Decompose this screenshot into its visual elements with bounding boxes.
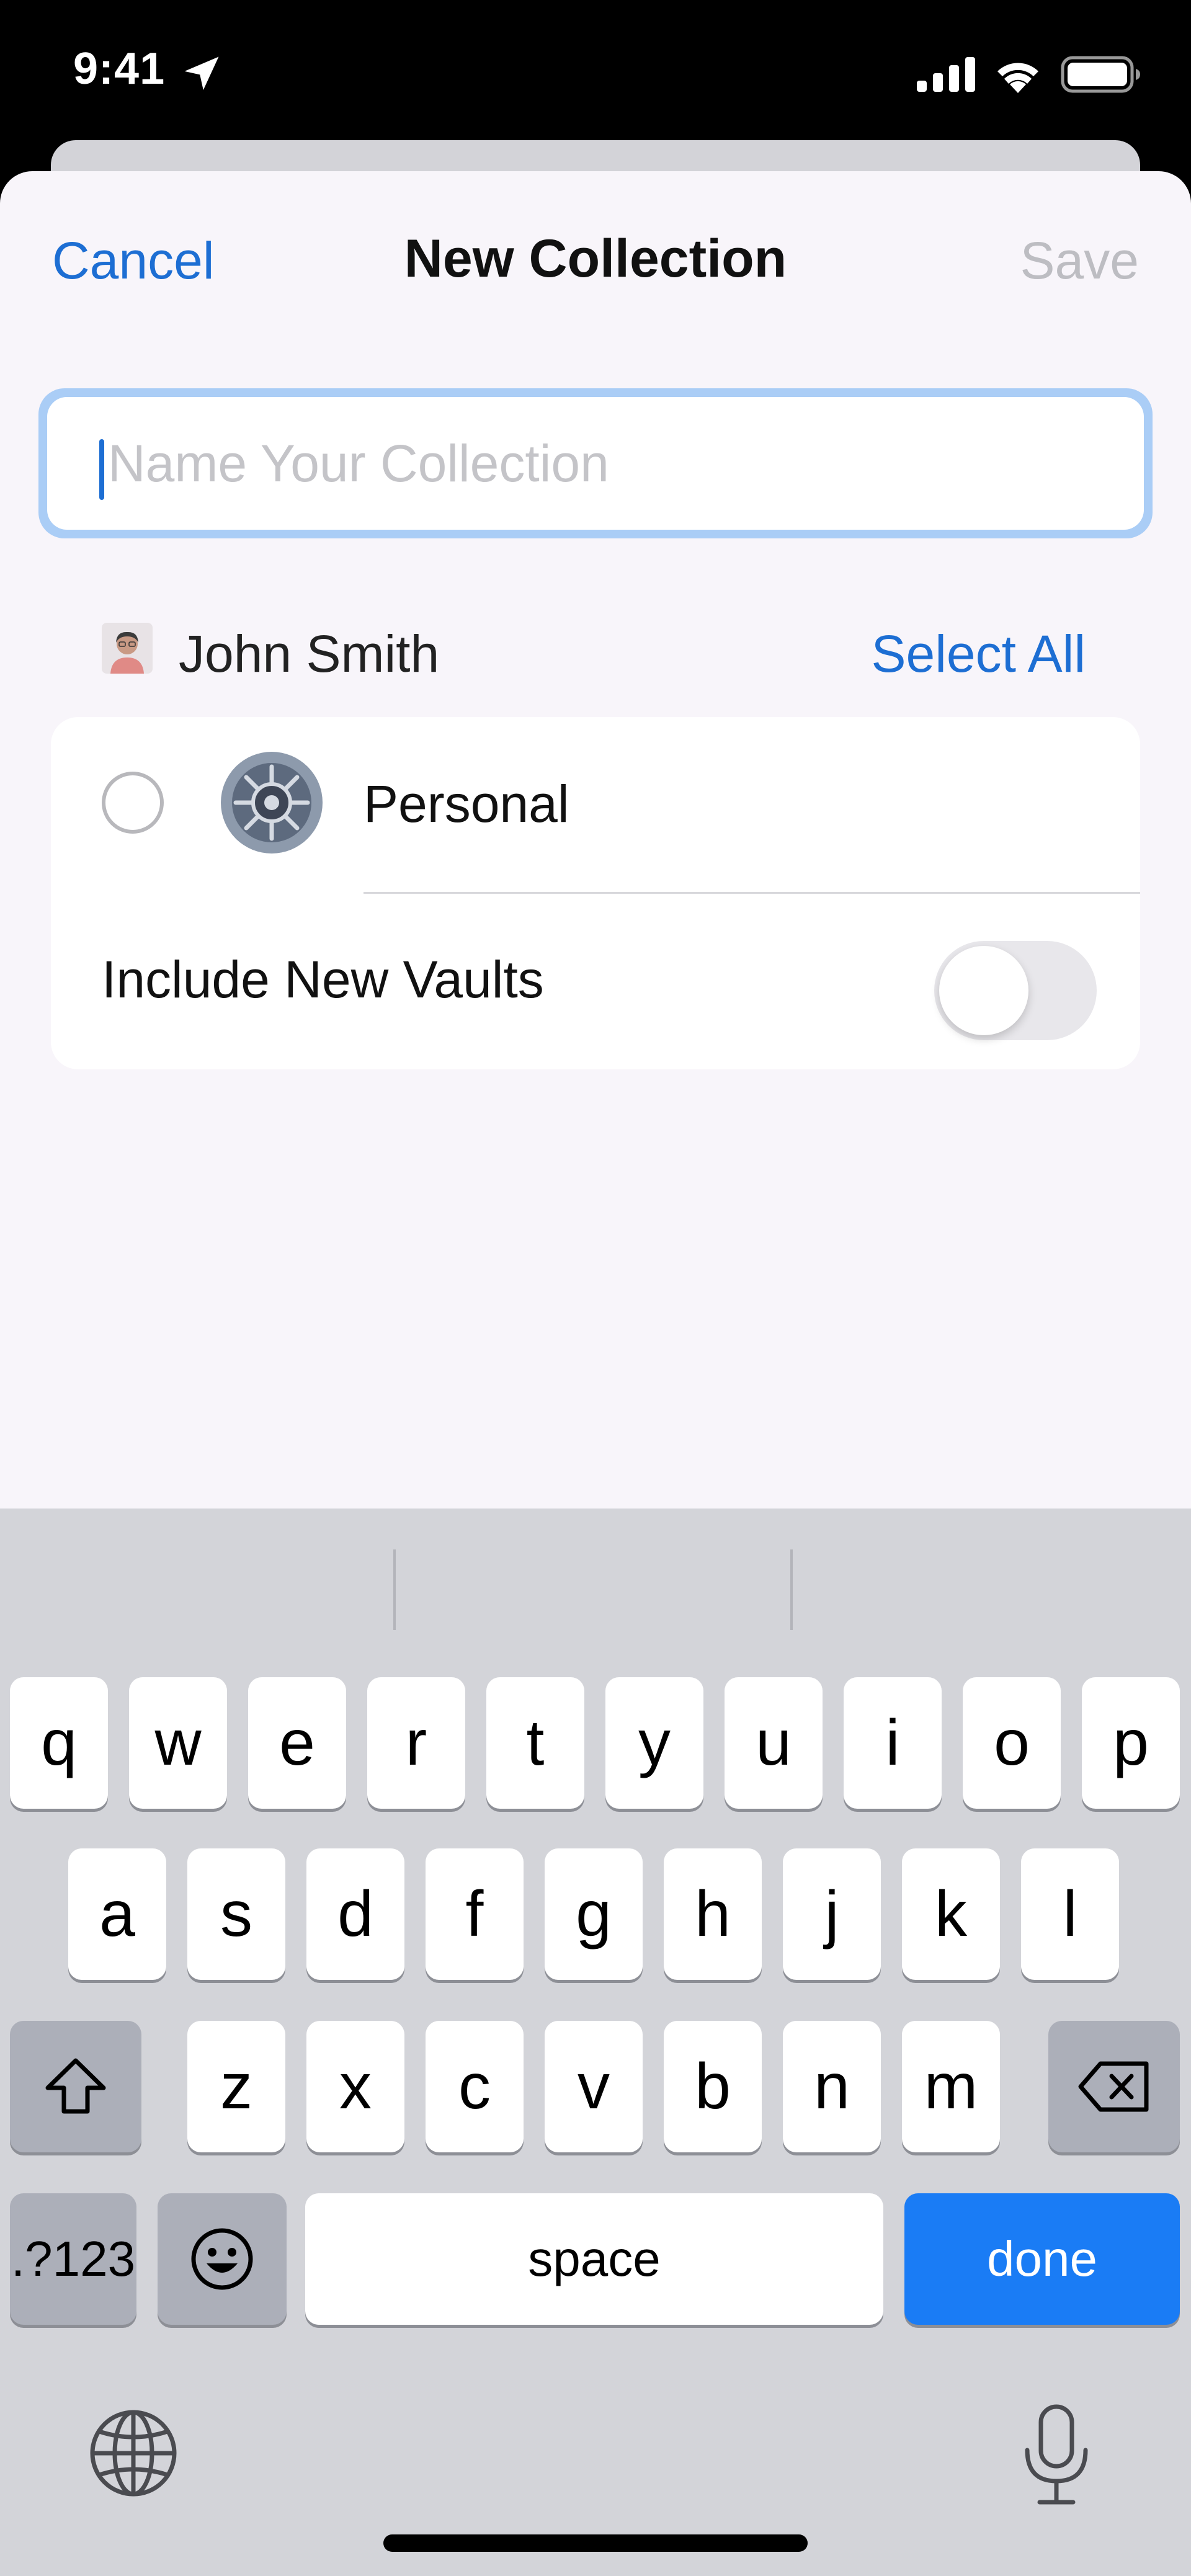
shift-key[interactable] [10,2021,141,2152]
delete-icon [1078,2061,1149,2112]
toggle-knob [939,946,1028,1035]
key-h[interactable]: h [664,1848,762,1980]
save-button[interactable]: Save [1020,231,1139,291]
avatar [102,623,153,674]
key-f[interactable]: f [426,1848,524,1980]
key-a[interactable]: a [68,1848,166,1980]
done-key[interactable]: done [904,2193,1180,2325]
key-n[interactable]: n [783,2021,881,2152]
key-e[interactable]: e [248,1677,346,1809]
collection-name-input[interactable] [107,419,1102,507]
key-y[interactable]: y [605,1677,703,1809]
delete-key[interactable] [1048,2021,1180,2152]
battery-icon [1061,56,1140,93]
vault-radio-button[interactable] [102,772,164,834]
include-new-vaults-label: Include New Vaults [102,950,544,1009]
name-field-container[interactable] [47,397,1144,530]
numbers-key[interactable]: .?123 [10,2193,136,2325]
keyboard: q w e r t y u i o p a s d f g h j k l z … [0,1509,1191,2576]
microphone-icon[interactable] [1010,2402,1103,2507]
key-z[interactable]: z [187,2021,285,2152]
key-m[interactable]: m [902,2021,1000,2152]
location-arrow-icon [184,56,219,91]
key-i[interactable]: i [844,1677,942,1809]
account-name: John Smith [179,625,440,683]
home-indicator [383,2534,808,2552]
suggestion-divider [393,1549,396,1630]
emoji-key[interactable] [158,2193,287,2325]
key-b[interactable]: b [664,2021,762,2152]
key-x[interactable]: x [306,2021,404,2152]
key-g[interactable]: g [545,1848,643,1980]
include-new-vaults-toggle[interactable] [934,941,1097,1040]
new-collection-sheet: Cancel New Collection Save John Smith Se… [0,171,1191,1511]
key-u[interactable]: u [725,1677,823,1809]
vault-selection-card: Personal Include New Vaults [51,717,1140,1069]
wifi-icon [997,63,1038,93]
key-q[interactable]: q [10,1677,108,1809]
key-d[interactable]: d [306,1848,404,1980]
vault-label: Personal [364,775,569,833]
page-title: New Collection [404,229,787,288]
key-j[interactable]: j [783,1848,881,1980]
key-r[interactable]: r [367,1677,465,1809]
key-s[interactable]: s [187,1848,285,1980]
key-l[interactable]: l [1021,1848,1119,1980]
key-o[interactable]: o [963,1677,1061,1809]
select-all-button[interactable]: Select All [871,624,1086,684]
key-c[interactable]: c [426,2021,524,2152]
text-caret [99,439,104,500]
key-w[interactable]: w [129,1677,227,1809]
key-v[interactable]: v [545,2021,643,2152]
shift-icon [45,2058,106,2114]
status-indicators [917,55,1141,94]
globe-icon[interactable] [87,2407,180,2500]
space-key[interactable]: space [305,2193,883,2325]
account-row: John Smith Select All [0,612,1191,686]
name-field-focus-ring [38,388,1153,538]
vault-icon [221,752,323,853]
key-k[interactable]: k [902,1848,1000,1980]
emoji-icon [191,2228,253,2290]
status-bar: 9:41 [0,0,1191,149]
cellular-signal-icon [917,57,975,92]
key-p[interactable]: p [1082,1677,1180,1809]
include-new-vaults-row: Include New Vaults [51,894,1140,1069]
vault-row-personal[interactable]: Personal [51,717,1140,893]
suggestion-divider [790,1549,793,1630]
key-t[interactable]: t [486,1677,584,1809]
status-time: 9:41 [73,44,166,94]
